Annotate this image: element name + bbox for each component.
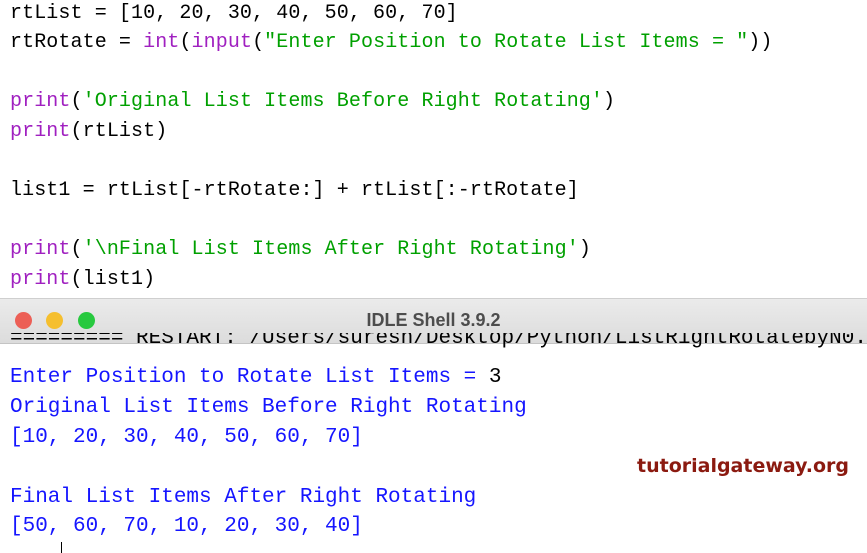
prompt-text: Enter Position to Rotate List Items = xyxy=(10,366,489,389)
text-cursor xyxy=(61,542,62,553)
code-token: ( xyxy=(70,90,83,113)
code-token: print xyxy=(10,90,71,113)
code-token: int xyxy=(143,31,180,54)
code-token: list1 = rtList[-rtRotate:] + rtList[:-rt… xyxy=(10,179,579,202)
code-token: rtRotate = xyxy=(10,31,144,54)
watermark-logo: tutorialgateway.org xyxy=(637,455,850,477)
code-token: ) xyxy=(578,238,591,261)
code-token: print xyxy=(10,268,71,291)
code-token: )) xyxy=(748,31,773,54)
code-token: print xyxy=(10,120,71,143)
code-token: "Enter Position to Rotate List Items = " xyxy=(264,31,749,54)
code-line: list1 = rtList[-rtRotate:] + rtList[:-rt… xyxy=(10,179,579,202)
input-value[interactable]: 3 xyxy=(489,366,502,389)
code-token: rtList = [10, 20, 30, 40, 50, 60, 70] xyxy=(10,2,458,25)
output-line: Final List Items After Right Rotating xyxy=(10,486,477,509)
prompt-line: Enter Position to Rotate List Items = 3 xyxy=(10,366,502,389)
restart-text: ========= RESTART: /Users/suresh/Desktop… xyxy=(10,333,867,350)
code-line: rtRotate = int(input("Enter Position to … xyxy=(10,31,772,54)
code-token: (rtList) xyxy=(70,120,168,143)
code-token: 'Original List Items Before Right Rotati… xyxy=(82,90,604,113)
code-token: input xyxy=(191,31,253,54)
code-token: print xyxy=(10,238,71,261)
code-token: (list1) xyxy=(70,268,156,291)
restart-line: ========= RESTART: /Users/suresh/Desktop… xyxy=(10,333,867,355)
output-line: [10, 20, 30, 40, 50, 60, 70] xyxy=(10,426,363,449)
code-token: ( xyxy=(179,31,192,54)
code-line: print('\nFinal List Items After Right Ro… xyxy=(10,238,591,261)
window-title: IDLE Shell 3.9.2 xyxy=(366,310,501,330)
code-token: ( xyxy=(70,238,83,261)
code-token: '\nFinal List Items After Right Rotating… xyxy=(82,238,579,261)
output-line: [50, 60, 70, 10, 20, 30, 40] xyxy=(10,515,363,538)
code-line: print(rtList) xyxy=(10,120,167,143)
code-line: rtList = [10, 20, 30, 40, 50, 60, 70] xyxy=(10,2,458,25)
code-line: print('Original List Items Before Right … xyxy=(10,90,615,113)
output-line: Original List Items Before Right Rotatin… xyxy=(10,396,527,419)
code-line: print(list1) xyxy=(10,268,155,291)
idle-shell-window[interactable]: IDLE Shell 3.9.2 ========= RESTART: /Use… xyxy=(0,298,867,553)
code-token: ( xyxy=(252,31,265,54)
code-token: ) xyxy=(603,90,616,113)
code-editor[interactable]: rtList = [10, 20, 30, 40, 50, 60, 70] rtR… xyxy=(0,0,867,298)
